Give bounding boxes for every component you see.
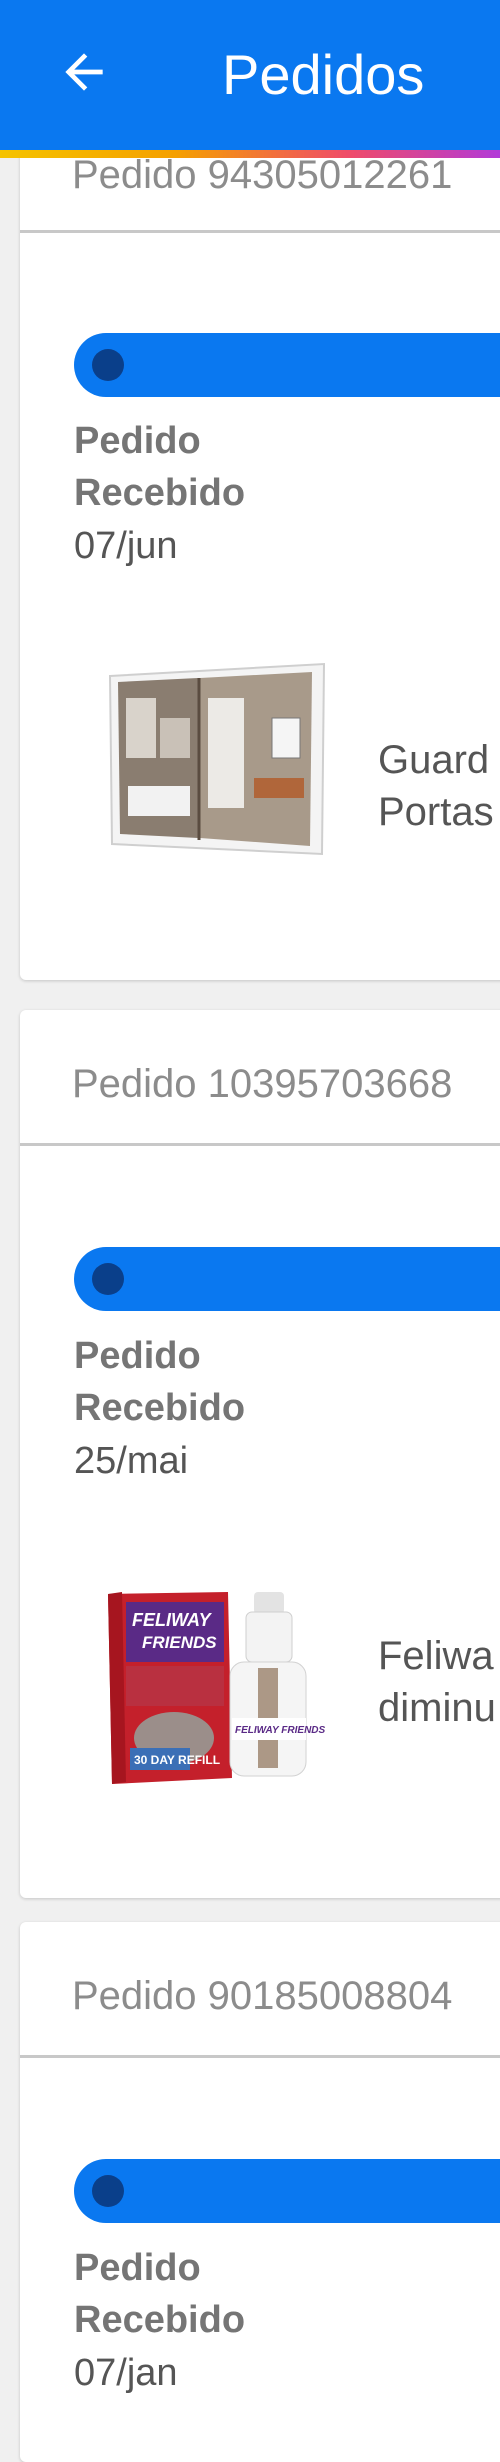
order-status: Pedido Recebido (74, 1335, 246, 1429)
arrow-left-icon (65, 53, 103, 91)
order-header: Pedido 10395703668 (20, 1010, 500, 1146)
progress-indicator-dot (92, 1263, 124, 1295)
order-progress-bar (74, 1247, 500, 1311)
order-date: 07/jan (74, 2352, 178, 2394)
order-number: Pedido 10395703668 (72, 1062, 453, 1106)
order-date: 25/mai (74, 1440, 189, 1482)
order-card[interactable]: Pedido 90185008804 Pedido Recebido 07/ja… (20, 1922, 500, 2462)
wardrobe-image[interactable] (104, 658, 328, 858)
svg-text:30 DAY REFILL: 30 DAY REFILL (134, 1753, 220, 1767)
order-progress-bar (74, 333, 500, 397)
order-header: Pedido 90185008804 (20, 1922, 500, 2058)
order-status: Pedido Recebido (74, 2247, 246, 2341)
order-progress-bar (74, 2159, 500, 2223)
app-bar: Pedidos (0, 0, 500, 150)
order-status: Pedido Recebido (74, 420, 246, 514)
progress-indicator-dot (92, 2175, 124, 2207)
order-number: Pedido 90185008804 (72, 1974, 453, 2018)
orders-list: Pedido 94305012261 Pedido Recebido 07/ju… (0, 0, 500, 2462)
product-name[interactable]: Feliwa diminu (378, 1630, 500, 1734)
svg-text:FELIWAY FRIENDS: FELIWAY FRIENDS (235, 1725, 326, 1736)
order-number: Pedido 94305012261 (72, 153, 453, 197)
order-card[interactable]: Pedido 94305012261 Pedido Recebido 07/ju… (20, 40, 500, 980)
progress-indicator-dot (92, 349, 124, 381)
svg-text:FELIWAY: FELIWAY (132, 1610, 213, 1630)
page-title: Pedidos (222, 43, 425, 106)
order-date: 07/jun (74, 525, 178, 567)
product-name[interactable]: Guard Portas (378, 734, 500, 838)
svg-text:FRIENDS: FRIENDS (142, 1633, 217, 1652)
order-card[interactable]: Pedido 10395703668 Pedido Recebido 25/ma… (20, 1010, 500, 1898)
appbar-accent-stripe (0, 150, 500, 158)
back-button[interactable] (48, 36, 120, 108)
feliway-refill-image[interactable]: FELIWAY FRIENDS 30 DAY REFILL FELIWAY FR… (104, 1588, 328, 1788)
